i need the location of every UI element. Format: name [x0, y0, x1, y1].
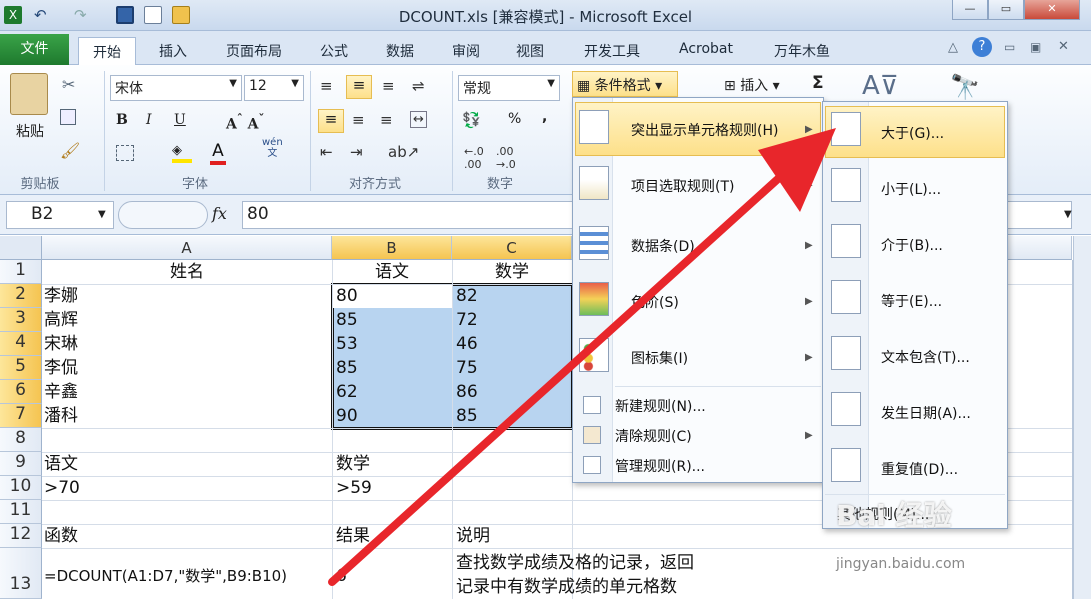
arrow-shaft [328, 164, 794, 586]
arrow-head [758, 128, 836, 212]
watermark-brand: Bai 经验 [836, 499, 952, 532]
watermark-url: jingyan.baidu.com [836, 556, 966, 572]
